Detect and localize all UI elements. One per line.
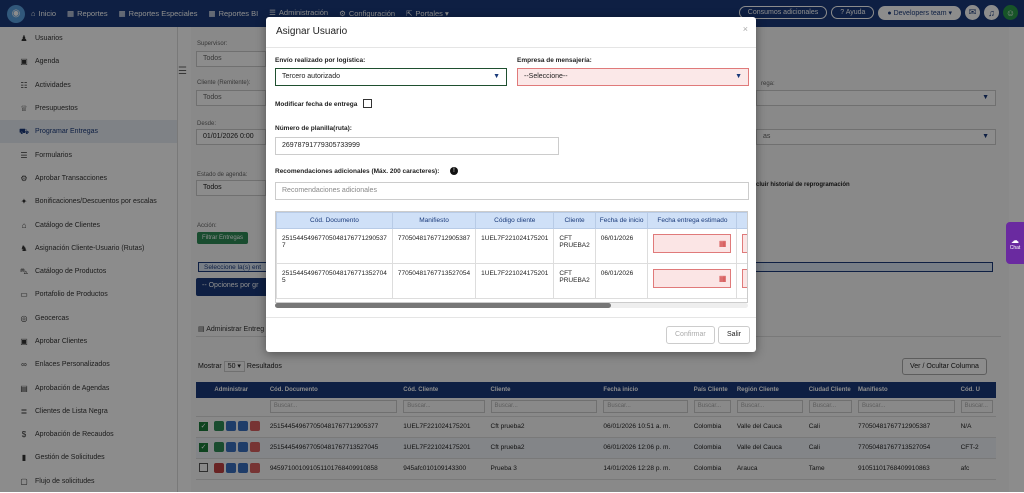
table-header-row: Cód. Documento Manifiesto Código cliente… — [276, 212, 747, 229]
confirmar-button[interactable]: Confirmar — [666, 326, 715, 344]
recomend-label: Recomendaciones adicionales (Máx. 200 ca… — [275, 168, 440, 175]
cell-fecha: 06/01/2026 — [594, 263, 649, 299]
cell-manifiesto: 77050481767713527054 — [391, 263, 477, 299]
cell-extra — [736, 228, 747, 264]
chevron-down-icon: ▼ — [493, 73, 500, 80]
cell-cod-doc: 25154454967705048176771290537​7 — [276, 228, 393, 264]
modal-footer-divider — [266, 317, 756, 318]
cell-codigo-cliente: 1UEL7F221024175201 — [475, 228, 555, 264]
cell-cliente: CFT PRUEBA2 — [553, 228, 596, 264]
cell-extra — [736, 263, 747, 299]
table-scrollbar[interactable] — [275, 303, 748, 308]
th-fecha-entrega: Fecha entrega estimado — [647, 212, 738, 229]
envio-label: Envío realizado por logística: — [275, 57, 366, 64]
cell-fecha-entrega: ▦ — [647, 228, 738, 264]
cell-manifiesto: 77050481767712905387 — [391, 228, 477, 264]
table-row: 25154454967705048176771290537​7 77050481… — [276, 228, 747, 264]
extra-input[interactable] — [742, 234, 747, 253]
recomend-input[interactable]: Recomendaciones adicionales — [275, 182, 749, 200]
chat-widget[interactable]: ☁ Chat — [1006, 222, 1024, 264]
empresa-select[interactable]: --Seleccione-- ▼ — [517, 68, 749, 86]
cell-cliente: CFT PRUEBA2 — [553, 263, 596, 299]
cell-codigo-cliente: 1UEL7F221024175201 — [475, 263, 555, 299]
chevron-down-icon: ▼ — [735, 73, 742, 80]
envio-select[interactable]: Tercero autorizado ▼ — [275, 68, 507, 86]
chat-icon: ☁ — [1011, 235, 1019, 245]
date-picker-input[interactable]: ▦ — [653, 234, 732, 253]
modificar-label: Modificar fecha de entrega — [275, 101, 358, 108]
date-picker-input[interactable]: ▦ — [653, 269, 732, 288]
cell-fecha: 06/01/2026 — [594, 228, 649, 264]
asignar-usuario-modal: Asignar Usuario × Envío realizado por lo… — [266, 17, 756, 352]
modal-header-divider — [266, 47, 756, 48]
cell-cod-doc: 25154454967705048176771352704​5 — [276, 263, 393, 299]
info-icon[interactable]: ! — [450, 167, 458, 175]
empresa-label: Empresa de mensajería: — [517, 57, 592, 64]
planilla-input[interactable]: 26978791779305733999 — [275, 137, 559, 155]
documentos-table: Cód. Documento Manifiesto Código cliente… — [275, 211, 748, 303]
calendar-icon: ▦ — [718, 274, 727, 283]
modificar-checkbox[interactable] — [363, 99, 372, 108]
extra-input[interactable] — [742, 269, 747, 288]
th-fecha-inicio: Fecha de inicio — [594, 212, 649, 229]
cell-fecha-entrega: ▦ — [647, 263, 738, 299]
th-manifiesto: Manifiesto — [391, 212, 477, 229]
scrollbar-thumb[interactable] — [275, 303, 611, 308]
modal-title: Asignar Usuario — [276, 26, 348, 37]
salir-button[interactable]: Salir — [718, 326, 751, 344]
th-cod-doc: Cód. Documento — [276, 212, 393, 229]
planilla-label: Número de planilla(ruta): — [275, 125, 352, 132]
close-icon[interactable]: × — [743, 24, 748, 34]
table-row: 25154454967705048176771352704​5 77050481… — [276, 263, 747, 299]
th-extra — [736, 212, 747, 229]
calendar-icon: ▦ — [718, 239, 727, 248]
th-codigo-cliente: Código cliente — [475, 212, 555, 229]
th-cliente: Cliente — [553, 212, 596, 229]
